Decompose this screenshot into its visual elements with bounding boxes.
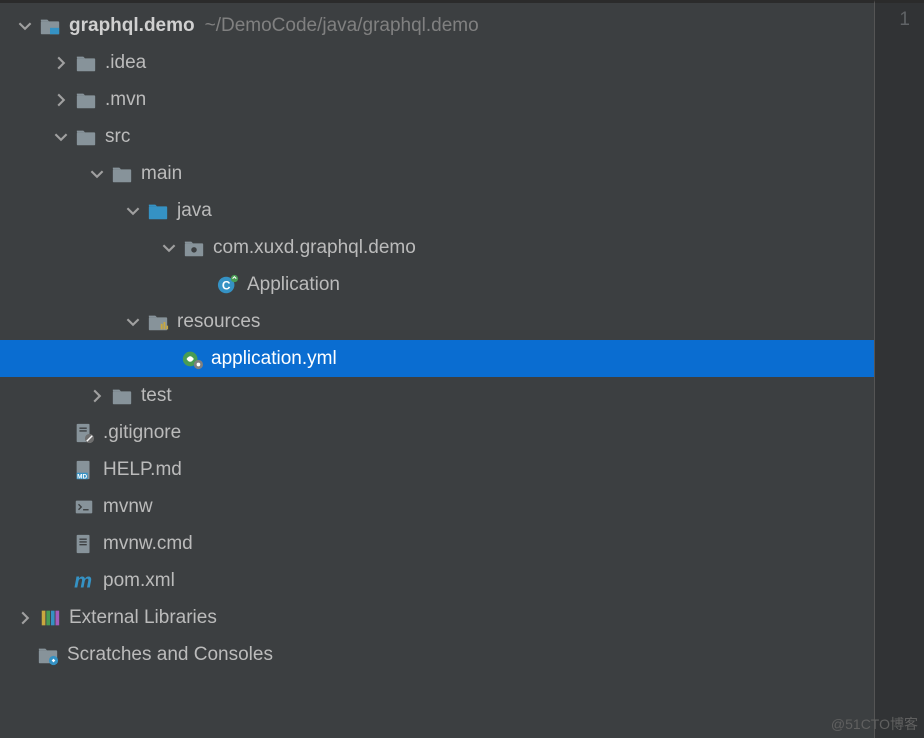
svg-text:MD: MD bbox=[77, 473, 87, 480]
tree-label: .gitignore bbox=[103, 422, 181, 444]
chevron-right-icon[interactable] bbox=[50, 52, 72, 74]
chevron-down-icon[interactable] bbox=[86, 163, 108, 185]
tree-label: com.xuxd.graphql.demo bbox=[213, 237, 416, 259]
tree-node-package[interactable]: com.xuxd.graphql.demo bbox=[0, 229, 874, 266]
project-tree: graphql.demo ~/DemoCode/java/graphql.dem… bbox=[0, 0, 874, 738]
tree-node-idea[interactable]: .idea bbox=[0, 44, 874, 81]
tree-node-application-yml[interactable]: application.yml bbox=[0, 340, 874, 377]
chevron-down-icon[interactable] bbox=[50, 126, 72, 148]
tree-node-resources[interactable]: resources bbox=[0, 303, 874, 340]
tree-node-mvnw[interactable]: mvnw bbox=[0, 488, 874, 525]
tree-label: Scratches and Consoles bbox=[67, 644, 273, 666]
line-number: 1 bbox=[875, 9, 910, 31]
chevron-right-icon[interactable] bbox=[50, 89, 72, 111]
chevron-down-icon[interactable] bbox=[14, 15, 36, 37]
tree-node-help-md[interactable]: MD HELP.md bbox=[0, 451, 874, 488]
tree-node-gitignore[interactable]: .gitignore bbox=[0, 414, 874, 451]
tree-node-pom-xml[interactable]: m pom.xml bbox=[0, 562, 874, 599]
folder-icon bbox=[74, 88, 98, 112]
source-folder-icon bbox=[146, 199, 170, 223]
tree-label: graphql.demo bbox=[69, 15, 195, 37]
tree-node-application-class[interactable]: C Application bbox=[0, 266, 874, 303]
maven-file-icon: m bbox=[72, 569, 96, 593]
chevron-down-icon[interactable] bbox=[158, 237, 180, 259]
chevron-right-icon[interactable] bbox=[86, 385, 108, 407]
chevron-down-icon[interactable] bbox=[122, 311, 144, 333]
scratches-icon bbox=[36, 643, 60, 667]
tree-path: ~/DemoCode/java/graphql.demo bbox=[205, 15, 479, 37]
folder-icon bbox=[110, 162, 134, 186]
libraries-icon bbox=[38, 606, 62, 630]
tree-node-src[interactable]: src bbox=[0, 118, 874, 155]
tree-label: resources bbox=[177, 311, 260, 333]
tree-label: test bbox=[141, 385, 172, 407]
folder-icon bbox=[74, 51, 98, 75]
tree-node-main[interactable]: main bbox=[0, 155, 874, 192]
tree-label: External Libraries bbox=[69, 607, 217, 629]
folder-icon bbox=[110, 384, 134, 408]
tree-label: HELP.md bbox=[103, 459, 182, 481]
spring-class-icon: C bbox=[216, 273, 240, 297]
tree-label: application.yml bbox=[211, 348, 337, 370]
tree-node-test[interactable]: test bbox=[0, 377, 874, 414]
tree-label: pom.xml bbox=[103, 570, 175, 592]
tree-node-mvn[interactable]: .mvn bbox=[0, 81, 874, 118]
tree-node-external-libraries[interactable]: External Libraries bbox=[0, 599, 874, 636]
package-icon bbox=[182, 236, 206, 260]
editor-gutter: 1 bbox=[874, 0, 924, 738]
chevron-down-icon[interactable] bbox=[122, 200, 144, 222]
tree-label: main bbox=[141, 163, 182, 185]
tree-node-root[interactable]: graphql.demo ~/DemoCode/java/graphql.dem… bbox=[0, 7, 874, 44]
tree-label: Application bbox=[247, 274, 340, 296]
text-file-icon bbox=[72, 532, 96, 556]
tree-label: java bbox=[177, 200, 212, 222]
tree-label: src bbox=[105, 126, 130, 148]
markdown-file-icon: MD bbox=[72, 458, 96, 482]
tree-label: .mvn bbox=[105, 89, 146, 111]
tree-node-mvnw-cmd[interactable]: mvnw.cmd bbox=[0, 525, 874, 562]
tree-label: .idea bbox=[105, 52, 146, 74]
tree-label: mvnw bbox=[103, 496, 153, 518]
watermark: @51CTO博客 bbox=[831, 714, 918, 734]
folder-icon bbox=[74, 125, 98, 149]
chevron-right-icon[interactable] bbox=[14, 607, 36, 629]
tree-node-java[interactable]: java bbox=[0, 192, 874, 229]
gitignore-file-icon bbox=[72, 421, 96, 445]
resources-folder-icon bbox=[146, 310, 170, 334]
tree-node-scratches[interactable]: Scratches and Consoles bbox=[0, 636, 874, 673]
tree-label: mvnw.cmd bbox=[103, 533, 193, 555]
module-folder-icon bbox=[38, 14, 62, 38]
spring-config-icon bbox=[180, 347, 204, 371]
svg-text:C: C bbox=[222, 278, 231, 292]
svg-text:m: m bbox=[74, 570, 92, 592]
shell-file-icon bbox=[72, 495, 96, 519]
